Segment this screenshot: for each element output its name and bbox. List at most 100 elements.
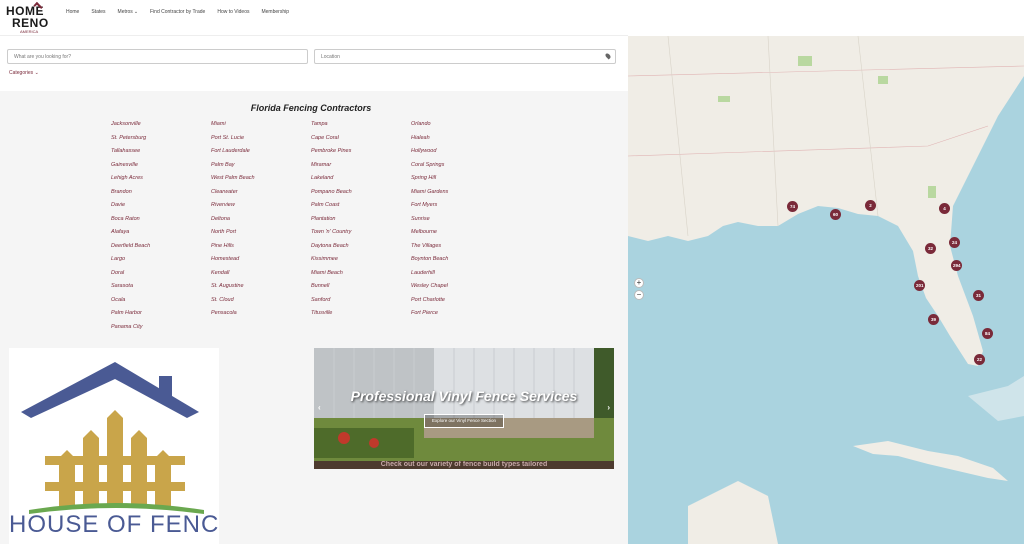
site-logo[interactable]: HOME RENO AMERICA bbox=[6, 1, 52, 34]
categories-label: Categories bbox=[9, 70, 34, 76]
city-link[interactable]: Alafaya bbox=[111, 229, 211, 243]
city-link[interactable]: Palm Bay bbox=[211, 162, 311, 176]
city-link[interactable]: Ocala bbox=[111, 297, 211, 311]
map-cluster-marker[interactable]: 294 bbox=[951, 260, 962, 271]
map-cluster-marker[interactable]: 32 bbox=[925, 243, 936, 254]
city-link[interactable]: Palm Harbor bbox=[111, 310, 211, 324]
map-cluster-marker[interactable]: 84 bbox=[982, 328, 993, 339]
map-cluster-marker[interactable]: 39 bbox=[928, 314, 939, 325]
city-link[interactable]: Boynton Beach bbox=[411, 256, 511, 270]
nav-home[interactable]: Home bbox=[66, 9, 79, 15]
map-cluster-marker[interactable]: 22 bbox=[974, 354, 985, 365]
city-link[interactable]: Lehigh Acres bbox=[111, 175, 211, 189]
city-link[interactable]: Cape Coral bbox=[311, 135, 411, 149]
city-link[interactable]: Kissimmee bbox=[311, 256, 411, 270]
city-link[interactable]: Doral bbox=[111, 270, 211, 284]
city-link[interactable]: Miami bbox=[211, 121, 311, 135]
city-link[interactable]: Lauderhill bbox=[411, 270, 511, 284]
explore-vinyl-button[interactable]: Explore our Vinyl Fence Section bbox=[424, 414, 504, 428]
city-link[interactable]: Daytona Beach bbox=[311, 243, 411, 257]
house-of-fences-logo[interactable]: HOUSE OF FENCES bbox=[9, 348, 219, 544]
zoom-out-button[interactable]: − bbox=[634, 290, 644, 300]
city-link[interactable]: Hollywood bbox=[411, 148, 511, 162]
city-link[interactable]: St. Augustine bbox=[211, 283, 311, 297]
city-link[interactable]: Fort Lauderdale bbox=[211, 148, 311, 162]
city-link[interactable]: Largo bbox=[111, 256, 211, 270]
city-link[interactable]: Brandon bbox=[111, 189, 211, 203]
city-link[interactable]: Lakeland bbox=[311, 175, 411, 189]
city-link[interactable]: Palm Coast bbox=[311, 202, 411, 216]
city-link[interactable]: Sanford bbox=[311, 297, 411, 311]
contractor-map[interactable]: + − 74 60 2 4 24 32 294 201 31 39 84 22 bbox=[628, 36, 1024, 544]
city-link[interactable]: Hialeah bbox=[411, 135, 511, 149]
city-link[interactable]: Pensacola bbox=[211, 310, 311, 324]
city-link[interactable]: The Villages bbox=[411, 243, 511, 257]
city-link[interactable]: Deerfield Beach bbox=[111, 243, 211, 257]
categories-dropdown[interactable]: Categories ⌄ bbox=[9, 70, 39, 76]
nav-find-contractor[interactable]: Find Contractor by Trade bbox=[150, 9, 205, 15]
slider-prev-arrow[interactable]: ‹ bbox=[318, 403, 321, 412]
map-cluster-marker[interactable]: 74 bbox=[787, 201, 798, 212]
city-link[interactable]: Riverview bbox=[211, 202, 311, 216]
slider-next-arrow[interactable]: › bbox=[607, 403, 610, 412]
city-link[interactable]: St. Petersburg bbox=[111, 135, 211, 149]
city-link[interactable]: Orlando bbox=[411, 121, 511, 135]
nav-how-to-videos[interactable]: How to Videos bbox=[217, 9, 249, 15]
city-link[interactable]: Port Charlotte bbox=[411, 297, 511, 311]
map-cluster-marker[interactable]: 4 bbox=[939, 203, 950, 214]
city-link[interactable]: Pine Hills bbox=[211, 243, 311, 257]
city-link[interactable]: Port St. Lucie bbox=[211, 135, 311, 149]
search-bar: What are you looking for? Location Categ… bbox=[0, 36, 628, 91]
nav-metros[interactable]: Metros⌄ bbox=[118, 9, 138, 15]
city-link[interactable]: Pembroke Pines bbox=[311, 148, 411, 162]
nav-membership[interactable]: Membership bbox=[261, 9, 289, 15]
city-link[interactable]: Miami Beach bbox=[311, 270, 411, 284]
city-link[interactable]: Tampa bbox=[311, 121, 411, 135]
city-link[interactable]: West Palm Beach bbox=[211, 175, 311, 189]
city-link[interactable]: Wesley Chapel bbox=[411, 283, 511, 297]
map-cluster-marker[interactable]: 31 bbox=[973, 290, 984, 301]
city-link[interactable]: Tallahassee bbox=[111, 148, 211, 162]
city-link[interactable]: Melbourne bbox=[411, 229, 511, 243]
city-link[interactable]: Titusville bbox=[311, 310, 411, 324]
city-link[interactable]: North Port bbox=[211, 229, 311, 243]
city-link[interactable]: Spring Hill bbox=[411, 175, 511, 189]
city-link[interactable]: Miami Gardens bbox=[411, 189, 511, 203]
city-link[interactable]: Fort Myers bbox=[411, 202, 511, 216]
city-link[interactable]: Fort Pierce bbox=[411, 310, 511, 324]
city-link[interactable]: Town 'n' Country bbox=[311, 229, 411, 243]
city-link[interactable]: Panama City bbox=[111, 324, 211, 338]
city-link[interactable]: Coral Springs bbox=[411, 162, 511, 176]
promo-slider[interactable]: ‹ › Professional Vinyl Fence Services Ex… bbox=[314, 348, 614, 469]
nav-states[interactable]: States bbox=[91, 9, 105, 15]
search-input[interactable]: What are you looking for? bbox=[7, 49, 308, 64]
city-link[interactable]: Clearwater bbox=[211, 189, 311, 203]
logo-line-3: AMERICA bbox=[20, 29, 39, 34]
city-link[interactable]: Boca Raton bbox=[111, 216, 211, 230]
house-of-fences-text: HOUSE OF FENCES bbox=[9, 511, 219, 538]
city-link[interactable]: Jacksonville bbox=[111, 121, 211, 135]
site-header: HOME RENO AMERICA Home States Metros⌄ Fi… bbox=[0, 0, 628, 36]
city-link[interactable]: Bunnell bbox=[311, 283, 411, 297]
map-cluster-marker[interactable]: 201 bbox=[914, 280, 925, 291]
map-cluster-marker[interactable]: 24 bbox=[949, 237, 960, 248]
city-link[interactable]: Gainesville bbox=[111, 162, 211, 176]
city-link[interactable]: Davie bbox=[111, 202, 211, 216]
main-nav: Home States Metros⌄ Find Contractor by T… bbox=[66, 9, 301, 15]
city-link[interactable]: Miramar bbox=[311, 162, 411, 176]
location-input[interactable]: Location bbox=[314, 49, 616, 64]
location-placeholder: Location bbox=[321, 54, 340, 60]
map-cluster-marker[interactable]: 60 bbox=[830, 209, 841, 220]
chevron-down-icon: ⌄ bbox=[133, 9, 139, 15]
city-link[interactable]: Sunrise bbox=[411, 216, 511, 230]
city-link[interactable]: Sarasota bbox=[111, 283, 211, 297]
city-link[interactable]: Homestead bbox=[211, 256, 311, 270]
city-link[interactable]: Pompano Beach bbox=[311, 189, 411, 203]
city-link[interactable]: Plantation bbox=[311, 216, 411, 230]
city-link[interactable]: Kendall bbox=[211, 270, 311, 284]
map-cluster-marker[interactable]: 2 bbox=[865, 200, 876, 211]
map-tiles bbox=[628, 36, 1024, 544]
zoom-in-button[interactable]: + bbox=[634, 278, 644, 288]
city-link[interactable]: Deltona bbox=[211, 216, 311, 230]
city-link[interactable]: St. Cloud bbox=[211, 297, 311, 311]
